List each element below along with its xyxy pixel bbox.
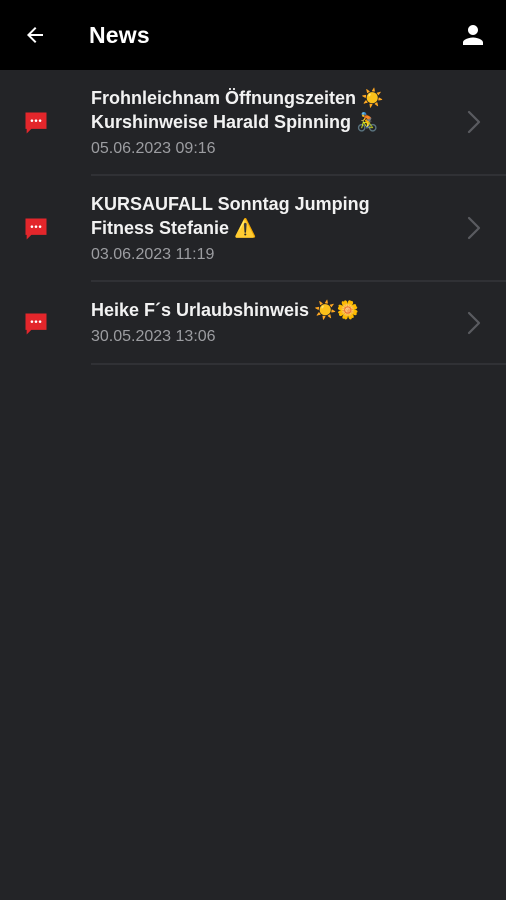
page-title: News [89, 22, 150, 48]
chevron-right-icon [467, 110, 481, 134]
news-headline-line: KURSAUFALL Sonntag Jumping [91, 194, 370, 214]
news-headline-line: Fitness Stefanie ⚠️ [91, 218, 257, 238]
message-icon [25, 313, 47, 335]
person-icon [463, 25, 483, 45]
chevron-right-icon [467, 216, 481, 240]
profile-button[interactable] [452, 14, 494, 56]
news-date: 30.05.2023 13:06 [91, 328, 216, 345]
news-headline-line: Kurshinweise Harald Spinning 🚴 [91, 112, 379, 132]
back-button[interactable] [14, 14, 56, 56]
message-icon [25, 112, 47, 134]
news-item[interactable]: Heike F´s Urlaubshinweis ☀️🌼 30.05.2023 … [0, 282, 506, 365]
news-date: 03.06.2023 11:19 [91, 246, 215, 263]
arrow-left-icon [27, 27, 43, 43]
news-item[interactable]: KURSAUFALL Sonntag Jumping Fitness Stefa… [0, 176, 506, 282]
news-item[interactable]: Frohnleichnam Öffnungszeiten ☀️ Kurshinw… [0, 70, 506, 176]
app-bar: News [0, 0, 506, 70]
news-list: Frohnleichnam Öffnungszeiten ☀️ Kurshinw… [0, 70, 506, 365]
divider [91, 363, 506, 365]
message-icon [25, 218, 47, 240]
news-headline-line: Heike F´s Urlaubshinweis ☀️🌼 [91, 300, 359, 320]
news-date: 05.06.2023 09:16 [91, 140, 216, 157]
chevron-right-icon [467, 311, 481, 335]
news-headline-line: Frohnleichnam Öffnungszeiten ☀️ [91, 88, 384, 108]
